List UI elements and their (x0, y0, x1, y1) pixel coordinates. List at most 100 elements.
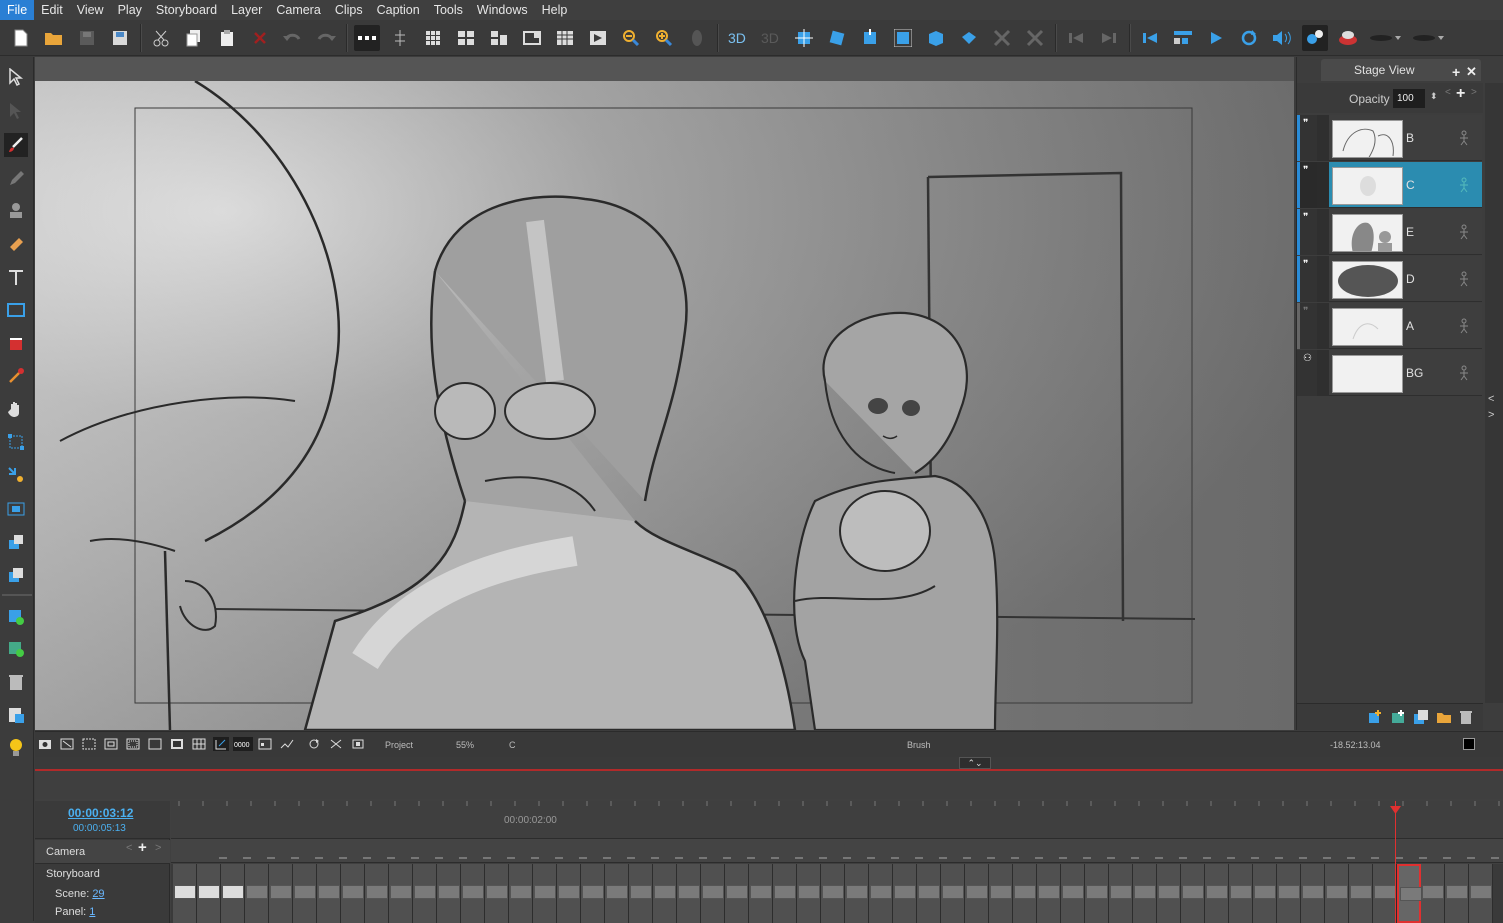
panel-cell[interactable] (221, 864, 245, 923)
prev-layer-icon[interactable]: < (1445, 87, 1451, 98)
camera-keyframe[interactable] (675, 857, 683, 863)
menu-file[interactable]: File (0, 0, 35, 20)
panel-cell[interactable] (653, 864, 677, 923)
visibility-icon[interactable]: ❞ (1303, 212, 1308, 223)
camera-pan-icon[interactable] (923, 25, 949, 51)
camera-keyframe[interactable] (843, 857, 851, 863)
3d-icon[interactable]: 3D (725, 25, 751, 51)
camera-keyframe[interactable] (219, 857, 227, 863)
camera-keyframe[interactable] (339, 857, 347, 863)
camera-tilt-icon[interactable] (956, 25, 982, 51)
visibility-icon[interactable]: ❞ (1303, 306, 1308, 317)
panel-cell[interactable] (1253, 864, 1277, 923)
transform-tool-icon[interactable] (4, 430, 28, 454)
panel-cell[interactable] (317, 864, 341, 923)
camera-keyframe[interactable] (627, 857, 635, 863)
hand-tool-icon[interactable] (4, 397, 28, 421)
menu-clips[interactable]: Clips (328, 0, 370, 20)
camera-keyframe[interactable] (1275, 857, 1283, 863)
visibility-icon[interactable]: ⚇ (1303, 353, 1312, 364)
contour-editor-icon[interactable] (4, 99, 28, 123)
first-icon[interactable] (1137, 25, 1163, 51)
camera-keyframe[interactable] (891, 857, 899, 863)
next-icon[interactable] (1096, 25, 1122, 51)
expand-right-icon[interactable]: > (1488, 409, 1494, 421)
cut-icon[interactable] (148, 25, 174, 51)
camera-keyframe[interactable] (315, 857, 323, 863)
panel-cell[interactable] (941, 864, 965, 923)
panel-cell[interactable] (1277, 864, 1301, 923)
person-icon[interactable] (1459, 177, 1469, 198)
close-panel-icon[interactable]: ✕ (1466, 64, 1477, 80)
camera-keyframe[interactable] (1227, 857, 1235, 863)
menu-edit[interactable]: Edit (34, 0, 70, 20)
display-mode-dropdown[interactable]: Project (385, 740, 413, 750)
panel-cell[interactable] (245, 864, 269, 923)
panel-cell[interactable] (533, 864, 557, 923)
add-view-icon[interactable]: + (1452, 64, 1460, 80)
opacity-input[interactable]: 100 (1393, 89, 1425, 108)
timeline-icon[interactable] (552, 25, 578, 51)
camera-keyframe[interactable] (723, 857, 731, 863)
rectangle-tool-icon[interactable] (4, 298, 28, 322)
brush-preset2-icon[interactable] (1411, 25, 1447, 51)
camera-tool-icon[interactable] (4, 497, 28, 521)
camera-keyframe[interactable] (867, 857, 875, 863)
camera-keyframe[interactable] (459, 857, 467, 863)
panel-cell[interactable] (677, 864, 701, 923)
menu-tools[interactable]: Tools (427, 0, 470, 20)
panel-cell[interactable] (1469, 864, 1493, 923)
panel-cell[interactable] (869, 864, 893, 923)
panel-cell[interactable] (725, 864, 749, 923)
3d-off-icon[interactable]: 3D (758, 25, 784, 51)
panel-cell[interactable] (1061, 864, 1085, 923)
pencil-tool-icon[interactable] (4, 167, 28, 191)
camera-keyframe[interactable] (771, 857, 779, 863)
person-icon[interactable] (1459, 365, 1469, 386)
zoom-in-icon[interactable] (651, 25, 677, 51)
layer-row-b[interactable]: ❞ B (1297, 115, 1482, 161)
opacity-spinner-icon[interactable]: ⬍ (1430, 91, 1438, 102)
preview-icon[interactable] (257, 737, 273, 751)
layer-row-d[interactable]: ❞ D (1297, 256, 1482, 302)
menu-windows[interactable]: Windows (470, 0, 535, 20)
menu-camera[interactable]: Camera (269, 0, 327, 20)
reset-pan-icon[interactable] (350, 737, 366, 751)
camera-keyframe[interactable] (1347, 857, 1355, 863)
prev-icon[interactable] (1063, 25, 1089, 51)
camera-track[interactable] (171, 839, 1503, 863)
camera-keyframe[interactable] (915, 857, 923, 863)
next-keyframe-icon[interactable]: > (155, 842, 161, 854)
timeline-ruler[interactable]: 00:00:02:00 (171, 801, 1503, 839)
open-icon[interactable] (41, 25, 67, 51)
panel-cell[interactable] (605, 864, 629, 923)
reset-icon[interactable] (585, 25, 611, 51)
panel-cell[interactable] (1421, 864, 1445, 923)
camera-keyframe[interactable] (1083, 857, 1091, 863)
panel-cell[interactable] (749, 864, 773, 923)
add-vector-layer-icon[interactable] (1367, 709, 1383, 730)
camera-keyframe[interactable] (267, 857, 275, 863)
view-splitter[interactable]: ⌃⌄ (35, 757, 1503, 769)
panel-cell[interactable] (821, 864, 845, 923)
camera-keyframe[interactable] (1323, 857, 1331, 863)
frame-guide-icon[interactable] (103, 737, 119, 751)
brush-preset-icon[interactable] (1368, 25, 1404, 51)
color-swatch[interactable] (1463, 738, 1475, 750)
camera-keyframe[interactable] (1059, 857, 1067, 863)
camera-keyframe[interactable] (1107, 857, 1115, 863)
current-time[interactable]: 00:00:03:12 (68, 806, 133, 820)
camera-y-icon[interactable] (1022, 25, 1048, 51)
panel-cell[interactable] (1085, 864, 1109, 923)
camera-move-icon[interactable] (791, 25, 817, 51)
camera-keyframe[interactable] (963, 857, 971, 863)
pencil-stroke-icon[interactable] (279, 737, 295, 751)
grid-icon[interactable] (420, 25, 446, 51)
new-panel-icon[interactable] (4, 605, 28, 629)
panel-cell[interactable] (1325, 864, 1349, 923)
panel-cell[interactable] (1181, 864, 1205, 923)
save-icon[interactable] (74, 25, 100, 51)
dropper-tool-icon[interactable] (4, 364, 28, 388)
duplicate-panel-icon[interactable] (4, 637, 28, 661)
camera-mask-icon[interactable] (213, 737, 229, 751)
